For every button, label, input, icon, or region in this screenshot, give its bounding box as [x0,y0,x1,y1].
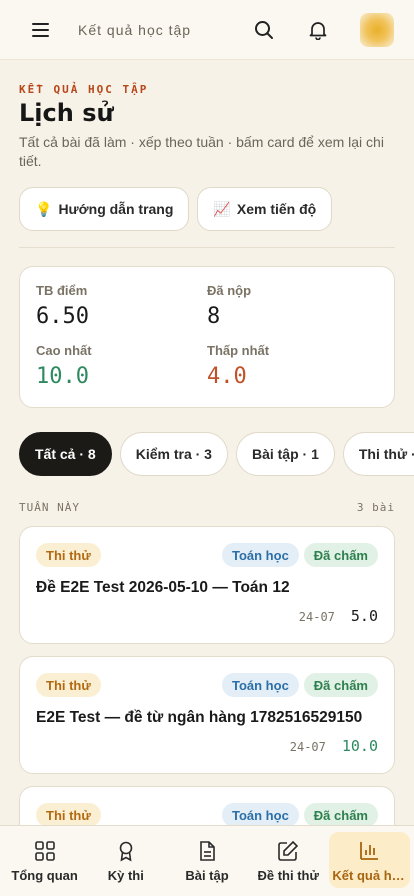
top-bar: Kết quả học tập [0,0,414,60]
nav-results[interactable]: Kết quả học tập [328,832,411,888]
status-badge: Đã chấm [303,543,378,567]
card-title: Đề E2E Test 2026-05-10 — Toán 12 [36,579,290,596]
filter-homework[interactable]: Bài tập · 1 [235,432,335,476]
card-tags: Thi thử Toán học Đã chấm [36,673,378,697]
filter-tests[interactable]: Kiểm tra · 3 [119,432,228,476]
grid-icon [34,841,55,861]
award-icon [119,841,133,862]
card-title: E2E Test — đề từ ngân hàng 1782516529150 [36,709,363,726]
page-title: Lịch sử [19,99,114,127]
status-badge: Đã chấm [303,673,378,697]
stat-min-value: 4.0 [207,364,247,389]
stat-submitted: Đã nộp 8 [207,283,378,329]
stat-min-label: Thấp nhất [207,343,270,358]
status-badge: Đã chấm [303,803,378,825]
result-card[interactable]: Thi thử Toán học Đã chấm E2E Test — đề t… [19,656,395,774]
edit-icon [278,840,299,861]
nav-label: Kỳ thi [107,868,144,883]
subject-badge: Toán học [221,803,299,825]
section-header: TUẦN NÀY 3 bài [19,501,395,514]
section-count: 3 bài [356,501,395,514]
filter-chips: Tất cả · 8 Kiểm tra · 3 Bài tập · 1 Thi … [19,432,414,476]
stats-card: TB điểm 6.50 Đã nộp 8 Cao nhất 10.0 Thấp… [19,266,395,408]
search-icon[interactable] [252,18,276,42]
subject-badge: Toán học [221,673,299,697]
nav-overview[interactable]: Tổng quan [4,832,85,888]
stat-submitted-value: 8 [207,304,221,329]
divider [19,247,395,248]
nav-label: Đề thi thử [257,868,319,883]
guide-button[interactable]: 💡 Hướng dẫn trang [19,187,190,231]
lightbulb-icon: 💡 [35,200,53,217]
card-tags: Thi thử Toán học Đã chấm [36,803,378,825]
menu-icon[interactable] [32,20,52,40]
progress-button-label: Xem tiến độ [236,201,317,217]
filter-mock-exams[interactable]: Thi thử · 4 [342,432,414,476]
card-score: 5.0 [350,607,378,625]
nav-label: Tổng quan [11,868,78,883]
bottom-nav: Tổng quan Kỳ thi Bài tập Đề thi thử Kết … [0,825,414,896]
stat-min: Thấp nhất 4.0 [207,343,378,389]
result-card[interactable]: Thi thử Toán học Đã chấm Đề E2E Test 202… [19,526,395,644]
nav-homework[interactable]: Bài tập [166,832,247,888]
bell-icon[interactable] [306,18,330,42]
stat-max-value: 10.0 [36,364,89,389]
stat-max-label: Cao nhất [36,343,92,358]
card-date: 24-07 [289,740,326,754]
type-badge: Thi thử [36,673,101,697]
chart-up-icon: 📈 [213,200,231,217]
card-tags: Thi thử Toán học Đã chấm [36,543,378,567]
stat-average-label: TB điểm [36,283,88,298]
stat-average-value: 6.50 [36,304,89,329]
nav-label: Kết quả học tập [332,868,407,883]
card-score: 10.0 [341,737,378,755]
subject-badge: Toán học [221,543,299,567]
page-subtitle: Tất cả bài đã làm · xếp theo tuần · bấm … [19,134,384,169]
page-eyebrow: KẾT QUẢ HỌC TẬP [19,83,149,96]
card-footer: 24-07 10.0 [36,737,378,755]
action-row: 💡 Hướng dẫn trang 📈 Xem tiến độ [19,187,395,231]
result-card[interactable]: Thi thử Toán học Đã chấm [19,786,395,825]
nav-mock-exams[interactable]: Đề thi thử [248,832,329,888]
filter-all[interactable]: Tất cả · 8 [19,432,112,476]
bar-chart-icon [360,842,379,860]
header-title: Kết quả học tập [78,21,192,38]
guide-button-label: Hướng dẫn trang [58,201,174,217]
document-icon [200,841,215,861]
stat-submitted-label: Đã nộp [207,283,252,298]
stat-average: TB điểm 6.50 [36,283,207,329]
card-date: 24-07 [298,610,335,624]
section-title: TUẦN NÀY [19,501,80,514]
nav-exams[interactable]: Kỳ thi [85,832,166,888]
progress-button[interactable]: 📈 Xem tiến độ [197,187,333,231]
type-badge: Thi thử [36,543,101,567]
nav-label: Bài tập [185,868,229,883]
type-badge: Thi thử [36,803,101,825]
avatar[interactable] [360,12,394,47]
card-footer: 24-07 5.0 [36,607,378,625]
stat-max: Cao nhất 10.0 [36,343,207,389]
main-content: KẾT QUẢ HỌC TẬP Lịch sử Tất cả bài đã là… [0,60,414,825]
